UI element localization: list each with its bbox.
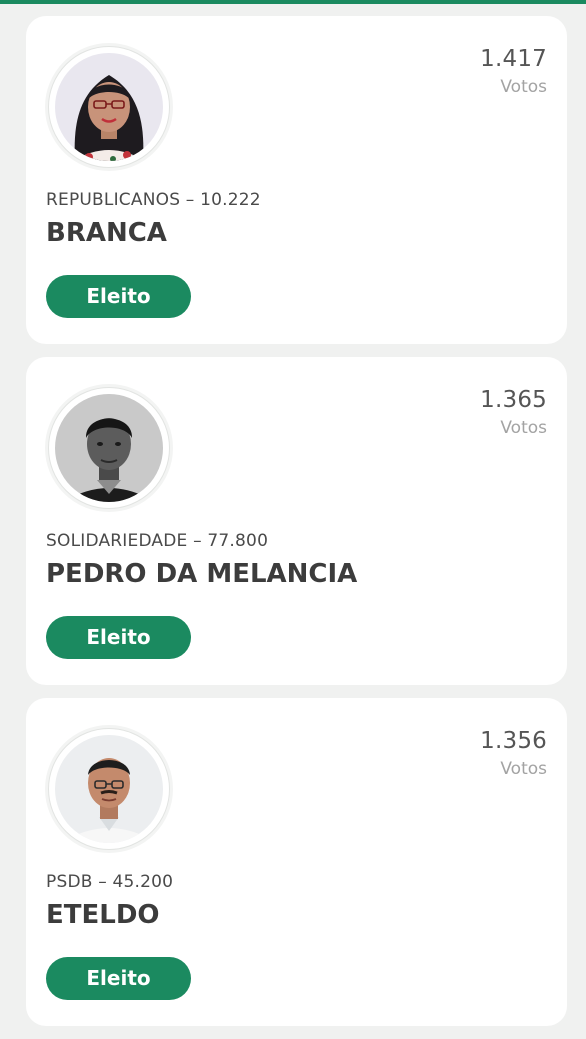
vote-summary: 1.365 Votos: [480, 385, 547, 441]
candidate-photo: [55, 53, 163, 161]
candidate-photo: [55, 735, 163, 843]
party-number: SOLIDARIEDADE – 77.800: [46, 531, 269, 551]
elected-badge: Eleito: [46, 275, 191, 318]
candidate-card[interactable]: 1.356 Votos PSDB – 45.200 ETELDO Eleito: [26, 698, 567, 1026]
candidate-avatar-frame: [48, 46, 170, 168]
candidate-avatar-frame: [48, 387, 170, 509]
candidate-card[interactable]: 1.417 Votos REPUBLICANOS – 10.222 BRANCA…: [26, 16, 567, 344]
vote-count: 1.356: [480, 728, 547, 754]
header-accent-bar: [0, 0, 586, 4]
candidate-photo: [55, 394, 163, 502]
elected-badge: Eleito: [46, 616, 191, 659]
vote-summary: 1.356 Votos: [480, 726, 547, 782]
candidate-list: 1.417 Votos REPUBLICANOS – 10.222 BRANCA…: [26, 16, 567, 1039]
vote-summary: 1.417 Votos: [480, 44, 547, 100]
vote-label: Votos: [500, 418, 547, 438]
vote-count: 1.417: [480, 46, 547, 72]
vote-count: 1.365: [480, 387, 547, 413]
party-number: PSDB – 45.200: [46, 872, 174, 892]
party-number: REPUBLICANOS – 10.222: [46, 190, 261, 210]
candidate-name: BRANCA: [46, 218, 167, 248]
vote-label: Votos: [500, 759, 547, 779]
elected-badge: Eleito: [46, 957, 191, 1000]
candidate-avatar-frame: [48, 728, 170, 850]
vote-label: Votos: [500, 77, 547, 97]
candidate-card[interactable]: 1.365 Votos SOLIDARIEDADE – 77.800 PEDRO…: [26, 357, 567, 685]
candidate-name: ETELDO: [46, 900, 160, 930]
candidate-name: PEDRO DA MELANCIA: [46, 559, 358, 589]
